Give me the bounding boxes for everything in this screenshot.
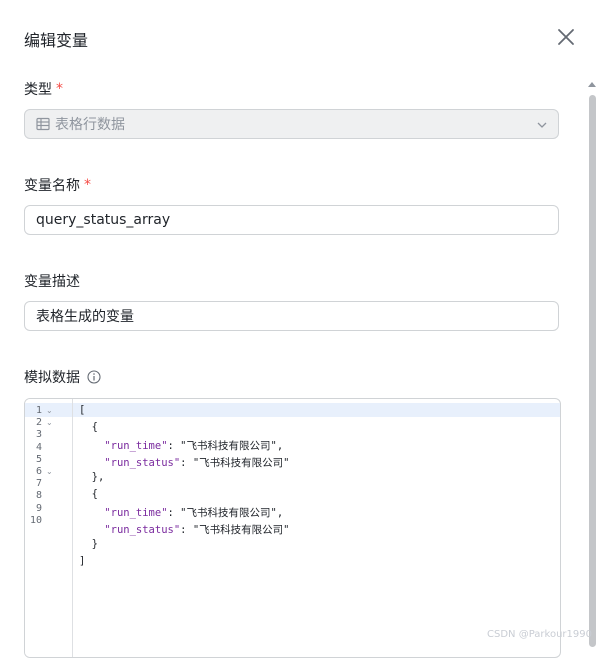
- line-number: 4: [35, 442, 42, 453]
- json-value: "飞书科技有限公司": [180, 440, 277, 452]
- watermark: CSDN @Parkour1990: [487, 629, 592, 640]
- line-number: 3: [35, 429, 42, 440]
- fold-chevron-icon[interactable]: ⌄: [46, 406, 53, 415]
- line-number: 10: [29, 515, 42, 526]
- edit-variable-dialog: 编辑变量 类型 * 表格行数据 变量名称 * query_status_arra…: [0, 0, 596, 658]
- variable-description-value: 表格生成的变量: [36, 309, 134, 325]
- line-number: 9: [35, 503, 42, 514]
- active-line-highlight: [73, 403, 560, 417]
- name-label: 变量名称 *: [24, 175, 91, 195]
- type-select[interactable]: 表格行数据: [24, 109, 559, 139]
- dialog-title: 编辑变量: [24, 31, 89, 50]
- variable-name-input[interactable]: query_status_array: [24, 205, 559, 235]
- fold-chevron-icon[interactable]: ⌄: [46, 467, 53, 476]
- line-number: 2: [35, 417, 42, 428]
- line-number: 6: [35, 466, 42, 477]
- type-label: 类型 *: [24, 79, 63, 99]
- json-key: "run_time": [104, 507, 168, 519]
- json-trail: ,: [276, 440, 284, 452]
- line-number: 5: [35, 454, 42, 465]
- mock-data-label-text: 模拟数据: [24, 370, 80, 386]
- name-label-text: 变量名称: [24, 178, 80, 194]
- json-trail: ,: [276, 507, 284, 519]
- json-value: "飞书科技有限公司": [192, 457, 290, 469]
- fold-chevron-icon[interactable]: ⌄: [46, 418, 53, 427]
- line-number: 1: [35, 405, 42, 416]
- description-label-text: 变量描述: [24, 274, 80, 290]
- variable-description-input[interactable]: 表格生成的变量: [24, 301, 559, 331]
- table-icon: [36, 117, 50, 131]
- description-label: 变量描述: [24, 271, 80, 291]
- chevron-down-icon: [537, 122, 547, 128]
- type-label-text: 类型: [24, 82, 52, 98]
- code-line: }: [79, 538, 98, 550]
- code-line: "run_status": "飞书科技有限公司": [104, 457, 290, 469]
- variable-name-value: query_status_array: [36, 212, 171, 228]
- close-icon[interactable]: [555, 26, 577, 48]
- json-key: "run_time": [104, 440, 168, 452]
- mock-data-code-editor[interactable]: 1 ⌄ 2 ⌄ 3 4 5 6 ⌄ 7 8 9 10 [ { "run_time…: [24, 398, 561, 658]
- json-value: "飞书科技有限公司": [180, 507, 277, 519]
- scrollbar-thumb[interactable]: [589, 95, 596, 647]
- code-line: {: [79, 488, 98, 500]
- code-line: "run_time": "飞书科技有限公司",: [104, 440, 284, 452]
- info-icon[interactable]: [87, 370, 101, 384]
- mock-data-label: 模拟数据: [24, 367, 101, 387]
- scroll-up-arrow-icon[interactable]: [588, 82, 596, 87]
- line-number: 7: [35, 478, 42, 489]
- required-mark: *: [56, 81, 63, 97]
- type-select-value: 表格行数据: [55, 117, 125, 133]
- json-value: "飞书科技有限公司": [192, 524, 290, 536]
- code-line: },: [79, 471, 105, 483]
- code-line: "run_status": "飞书科技有限公司": [104, 524, 290, 536]
- json-key: "run_status": [104, 457, 181, 469]
- code-line: [: [79, 404, 86, 416]
- code-line: ]: [79, 555, 86, 567]
- required-mark: *: [84, 177, 91, 193]
- line-number: 8: [35, 490, 42, 501]
- code-line: {: [79, 421, 98, 433]
- code-line: "run_time": "飞书科技有限公司",: [104, 507, 284, 519]
- json-key: "run_status": [104, 524, 181, 536]
